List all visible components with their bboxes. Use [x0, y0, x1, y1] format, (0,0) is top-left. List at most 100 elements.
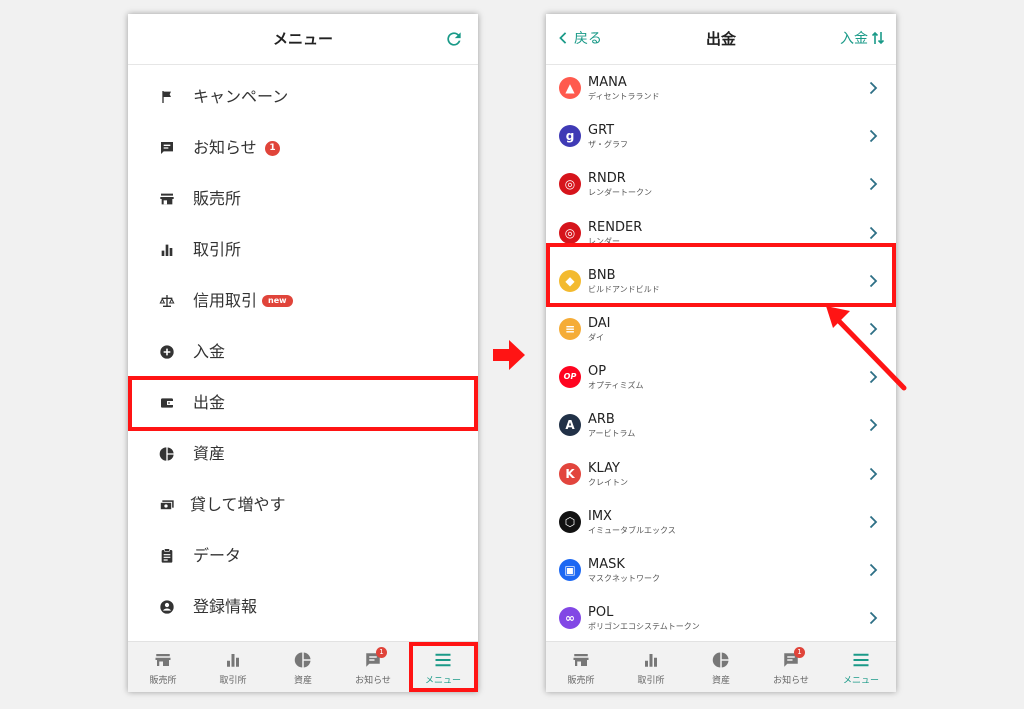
coin-name: マスクネットワーク	[588, 574, 660, 583]
menu-item-label: 貸して増やす	[190, 495, 286, 514]
notification-badge: 1	[794, 647, 805, 658]
bar-chart-icon	[161, 244, 173, 256]
menu-item-label: 入金	[193, 342, 226, 361]
coin-name: クレイトン	[588, 477, 628, 487]
highlight-withdraw	[128, 376, 478, 431]
deposit-label: 入金	[840, 31, 868, 47]
highlight-bnb-row	[546, 243, 896, 307]
klay-logo-icon: K	[559, 462, 581, 485]
menu-item-deposit[interactable]: 入金	[128, 327, 478, 377]
coin-row-arb[interactable]: A ARB アービトラム	[546, 402, 896, 450]
new-badge: new	[262, 295, 293, 307]
flag-icon	[162, 91, 171, 103]
chevron-right-icon	[869, 81, 878, 95]
rndr-logo-icon: ◎	[559, 173, 581, 196]
menu-item-label: お知らせ	[193, 138, 257, 157]
menu-item-lending[interactable]: 貸して増やす	[128, 480, 478, 530]
chevron-right-icon	[869, 419, 878, 432]
coin-symbol: DAI	[588, 316, 611, 331]
tab-label: お知らせ	[773, 676, 809, 686]
menu-item-label: 販売所	[193, 189, 242, 208]
mana-logo-icon: ▲	[559, 77, 581, 99]
deposit-switch-button[interactable]: 入金	[840, 14, 885, 64]
coin-row-grt[interactable]: g GRT ザ・グラフ	[546, 113, 896, 161]
pie-chart-icon	[159, 447, 174, 461]
coin-symbol: POL	[588, 605, 614, 621]
coin-name: アービトラム	[588, 429, 636, 439]
coin-row-mana[interactable]: ▲ MANA ディセントラランド	[546, 65, 896, 113]
coin-symbol: GRT	[588, 123, 615, 139]
menu-item-data[interactable]: データ	[128, 531, 478, 581]
menu-item-label: 信用取引	[193, 291, 258, 310]
tab-label: 資産	[293, 676, 312, 686]
tab-notices[interactable]: 1 お知らせ	[338, 642, 408, 692]
chevron-right-icon	[869, 130, 878, 143]
menu-header: メニュー	[128, 14, 478, 65]
render-logo-icon: ◎	[559, 221, 581, 244]
tab-label: 販売所	[567, 676, 595, 686]
store-icon	[573, 654, 589, 666]
coin-symbol: KLAY	[588, 460, 620, 476]
menu-item-assets[interactable]: 資産	[128, 429, 478, 479]
account-icon	[160, 600, 174, 614]
scale-icon	[159, 295, 175, 307]
menu-screen: メニュー キャンペーン お知らせ 1 販売所 取引所 信用取引 new 入金 出…	[128, 14, 478, 692]
swap-vertical-icon	[871, 31, 885, 45]
coin-row-klay[interactable]: K KLAY クレイトン	[546, 451, 896, 499]
tab-store[interactable]: 販売所	[128, 642, 198, 692]
coin-row-mask[interactable]: ▣ MASK マスクネットワーク	[546, 547, 896, 595]
coin-name: レンダートークン	[588, 188, 652, 198]
menu-item-account[interactable]: 登録情報	[128, 582, 478, 632]
coin-name: ポリゴンエコシステムトークン	[588, 622, 700, 632]
tab-store[interactable]: 販売所	[546, 642, 616, 692]
message-icon	[161, 142, 173, 154]
chevron-right-icon	[869, 178, 878, 191]
tab-label: 販売所	[149, 676, 177, 686]
menu-item-margin[interactable]: 信用取引 new	[128, 276, 478, 326]
coin-symbol: RENDER	[588, 219, 643, 235]
notification-badge: 1	[376, 647, 387, 658]
coin-symbol: RNDR	[588, 171, 626, 187]
coin-symbol: OP	[588, 364, 607, 380]
menu-item-label: 資産	[193, 444, 226, 463]
menu-item-label: 取引所	[193, 240, 242, 259]
page-title: メニュー	[272, 30, 333, 48]
tab-menu[interactable]: メニュー	[826, 642, 896, 692]
coin-name: ダイ	[588, 333, 604, 342]
tab-label: お知らせ	[355, 676, 391, 686]
menu-item-notices[interactable]: お知らせ 1	[128, 123, 478, 173]
arb-logo-icon: A	[559, 414, 581, 437]
imx-logo-icon: ⬡	[559, 510, 581, 533]
tab-assets[interactable]: 資産	[686, 642, 756, 692]
mask-logo-icon: ▣	[559, 559, 581, 581]
coin-name: イミュータブルエックス	[588, 525, 676, 535]
refresh-icon[interactable]	[444, 29, 464, 49]
tab-exchange[interactable]: 取引所	[198, 642, 268, 692]
op-logo-icon: OP	[559, 366, 581, 389]
menu-item-exchange[interactable]: 取引所	[128, 225, 478, 275]
highlight-menu-tab	[409, 642, 478, 692]
coin-row-imx[interactable]: ⬡ IMX イミュータブルエックス	[546, 499, 896, 547]
tab-assets[interactable]: 資産	[268, 642, 338, 692]
coin-row-pol[interactable]: ∞ POL ポリゴンエコシステムトークン	[546, 595, 896, 643]
menu-item-campaign[interactable]: キャンペーン	[128, 72, 478, 122]
tab-bar: 販売所 取引所 資産 1 お知らせ メニュー	[546, 641, 896, 692]
menu-item-label: キャンペーン	[193, 87, 289, 106]
plus-circle-icon	[160, 345, 174, 359]
store-icon	[155, 654, 171, 666]
menu-item-label: データ	[193, 546, 242, 565]
menu-item-label: 登録情報	[193, 597, 258, 616]
pie-chart-icon	[294, 652, 311, 668]
tab-label: 資産	[711, 676, 730, 686]
coin-row-rndr[interactable]: ◎ RNDR レンダートークン	[546, 161, 896, 209]
tab-exchange[interactable]: 取引所	[616, 642, 686, 692]
menu-item-store[interactable]: 販売所	[128, 174, 478, 224]
tab-notices[interactable]: 1 お知らせ	[756, 642, 826, 692]
coin-symbol: IMX	[588, 508, 612, 524]
withdraw-header: 戻る 出金 入金	[546, 14, 896, 65]
coin-name: ディセントラランド	[588, 92, 660, 101]
tab-label: 取引所	[219, 676, 247, 686]
arrow-right-icon	[493, 340, 525, 370]
coin-symbol: ARB	[588, 412, 615, 428]
cash-icon	[159, 500, 174, 511]
